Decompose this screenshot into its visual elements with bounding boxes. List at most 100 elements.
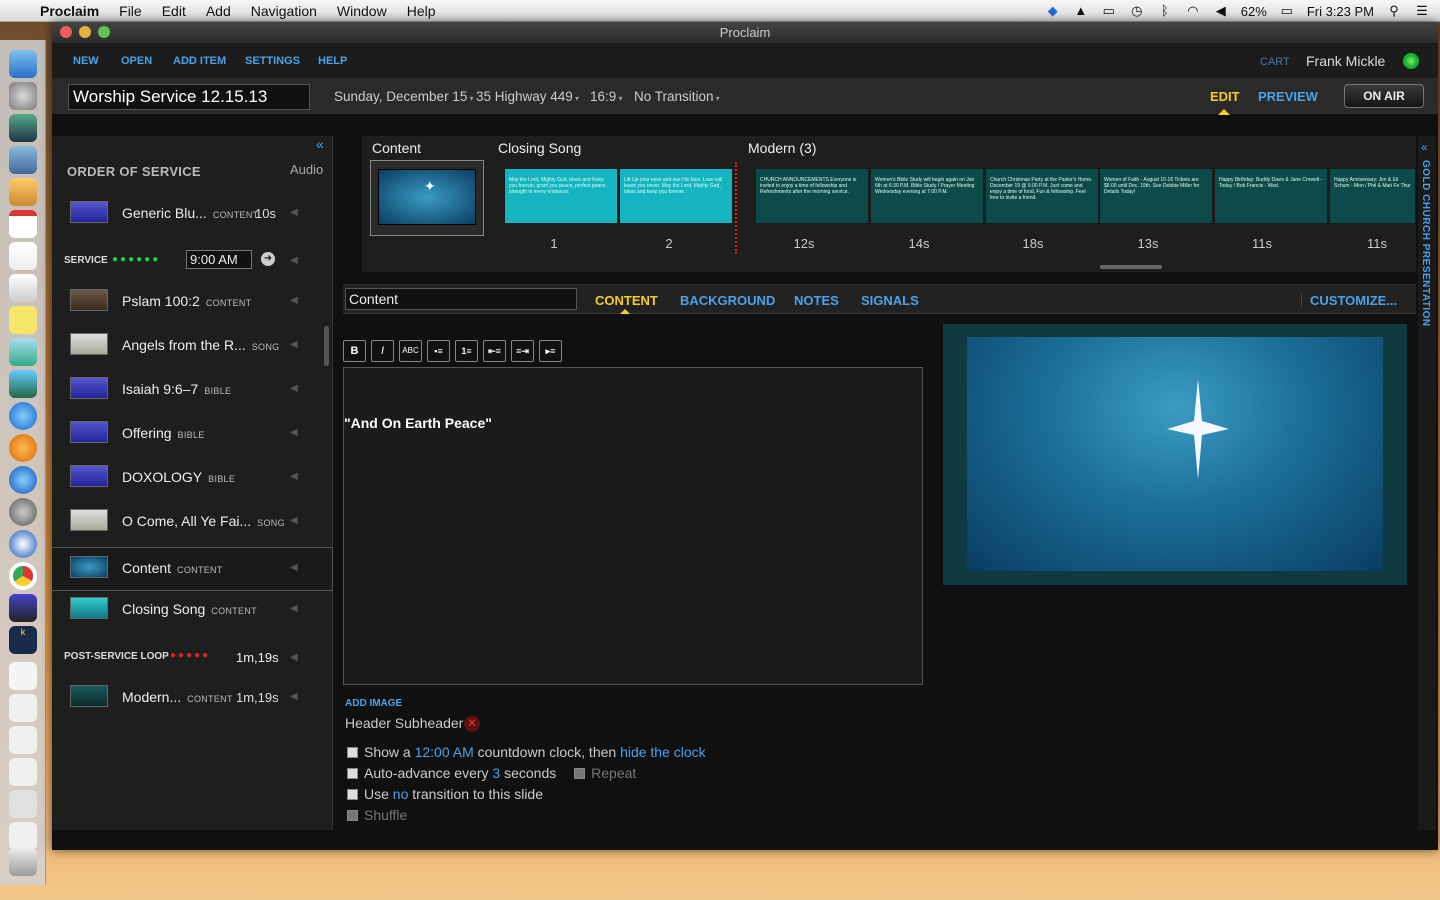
go-arrow-icon[interactable]: ➜ <box>261 252 275 266</box>
menu-add[interactable]: Add <box>206 3 231 19</box>
tab-notes[interactable]: NOTES <box>794 293 839 308</box>
hide-clock-link[interactable]: hide the clock <box>620 744 706 760</box>
edit-mode-tab[interactable]: EDIT <box>1210 89 1240 104</box>
slide-thumb[interactable]: Church Christmas Party at the Pastor's H… <box>985 168 1099 224</box>
bullet-list-icon[interactable]: •≡ <box>427 340 450 362</box>
editor-body-text[interactable]: "And On Earth Peace" <box>344 415 492 431</box>
service-item[interactable]: O Come, All Ye Fai... SONG ◀ <box>52 501 333 545</box>
play-arrow-icon[interactable]: ◀ <box>290 603 298 614</box>
proclaim-dock-icon[interactable] <box>9 530 37 558</box>
zoom-button[interactable] <box>98 26 110 38</box>
slide-name-input[interactable]: Content <box>345 288 577 310</box>
menu-navigation[interactable]: Navigation <box>251 3 317 19</box>
menubar-clock[interactable]: Fri 3:23 PM <box>1307 4 1374 19</box>
service-date-dropdown[interactable]: Sunday, December 15 <box>334 89 474 104</box>
minimize-button[interactable] <box>79 26 91 38</box>
align-icon[interactable]: ▸≡ <box>539 340 562 362</box>
play-arrow-icon[interactable]: ◀ <box>290 255 298 266</box>
cart-link[interactable]: CART <box>1260 56 1290 68</box>
tab-background[interactable]: BACKGROUND <box>680 293 775 308</box>
italic-button[interactable]: I <box>371 340 394 362</box>
service-item[interactable]: Offering BIBLE ◀ <box>52 413 333 457</box>
dropbox-icon[interactable]: ◆ <box>1045 4 1061 18</box>
order-scrollbar[interactable] <box>324 326 329 366</box>
textedit-icon[interactable] <box>9 242 37 270</box>
title-bar[interactable]: Proclaim <box>52 22 1438 43</box>
transition-dropdown[interactable]: No Transition <box>634 89 720 104</box>
preview-app-icon[interactable] <box>9 146 37 174</box>
play-arrow-icon[interactable]: ◀ <box>290 339 298 350</box>
add-image-link[interactable]: ADD IMAGE <box>345 698 402 709</box>
downloads-icon[interactable] <box>9 726 37 754</box>
slide-thumb[interactable]: Happy Anniversary: Jim & Eli Schum - Mon… <box>1329 168 1416 224</box>
play-arrow-icon[interactable]: ◀ <box>290 207 298 218</box>
airplay-icon[interactable]: ▭ <box>1101 4 1117 18</box>
menu-edit[interactable]: Edit <box>162 3 186 19</box>
slide-thumb[interactable]: May the Lord, Mighty God, bless and Keep… <box>504 168 618 224</box>
play-arrow-icon[interactable]: ◀ <box>290 383 298 394</box>
folder-stack-icon[interactable] <box>9 694 37 722</box>
tab-signals[interactable]: SIGNALS <box>861 293 919 308</box>
play-arrow-icon[interactable]: ◀ <box>290 562 298 573</box>
spotlight-icon[interactable]: ⚲ <box>1386 4 1402 18</box>
service-item[interactable]: Isaiah 9:6–7 BIBLE ◀ <box>52 369 333 413</box>
nav-settings[interactable]: SETTINGS <box>245 55 300 67</box>
service-item[interactable]: DOXOLOGY BIBLE ◀ <box>52 457 333 501</box>
service-time-input[interactable]: 9:00 AM <box>186 250 252 269</box>
kindle-icon[interactable]: k <box>9 626 37 654</box>
chrome-icon[interactable] <box>9 562 37 590</box>
slide-preview[interactable] <box>943 324 1407 585</box>
time-machine-icon[interactable]: ◷ <box>1129 4 1145 18</box>
expand-panel-icon[interactable]: « <box>1421 140 1428 154</box>
slide-thumb[interactable]: Happy Birthday: Buddy Davis & Jane Crowe… <box>1214 168 1328 224</box>
bluetooth-icon[interactable]: ᛒ <box>1157 4 1173 18</box>
play-arrow-icon[interactable]: ◀ <box>290 427 298 438</box>
countdown-time-link[interactable]: 12:00 AM <box>415 744 474 760</box>
play-arrow-icon[interactable]: ◀ <box>290 295 298 306</box>
ibooks-icon[interactable] <box>9 434 37 462</box>
document-icon[interactable] <box>9 662 37 690</box>
advance-seconds-link[interactable]: 3 <box>492 765 500 781</box>
service-item[interactable]: Generic Blu... CONTENT 10s ◀ <box>52 193 333 237</box>
audio-link[interactable]: Audio <box>290 162 323 177</box>
play-arrow-icon[interactable]: ◀ <box>290 691 298 702</box>
remove-icon[interactable]: ✕ <box>464 716 480 732</box>
transition-link[interactable]: no <box>393 786 409 802</box>
itunes-icon[interactable] <box>9 402 37 430</box>
collapse-panel-icon[interactable]: « <box>316 136 324 152</box>
play-arrow-icon[interactable]: ◀ <box>290 471 298 482</box>
shuffle-checkbox[interactable] <box>347 810 358 821</box>
notes-icon[interactable] <box>9 274 37 302</box>
documents-stack-icon[interactable] <box>9 758 37 786</box>
service-item[interactable]: Closing Song CONTENT ◀ <box>52 589 333 633</box>
customize-button[interactable]: CUSTOMIZE... <box>1301 293 1397 308</box>
slide-text-editor[interactable]: "And On Earth Peace" <box>343 367 923 685</box>
nav-add-item[interactable]: ADD ITEM <box>173 55 226 67</box>
caps-button[interactable]: ABC <box>399 340 422 362</box>
trash-icon[interactable] <box>9 848 37 876</box>
service-item-selected[interactable]: Content CONTENT ◀ <box>52 547 333 591</box>
close-button[interactable] <box>60 26 72 38</box>
display-icon[interactable] <box>9 594 37 622</box>
notification-center-icon[interactable]: ☰ <box>1414 4 1430 18</box>
aspect-ratio-dropdown[interactable]: 16:9 <box>590 89 623 104</box>
app-store-icon[interactable] <box>9 466 37 494</box>
calendar-icon[interactable] <box>9 210 37 238</box>
tab-content[interactable]: CONTENT <box>595 293 658 308</box>
transition-checkbox[interactable] <box>347 789 358 800</box>
slide-thumb[interactable]: Women of Faith - August 15-16 Tickets ar… <box>1099 168 1213 224</box>
repeat-checkbox[interactable] <box>574 768 586 779</box>
gold-church-sidebar-tab[interactable]: « GOLD CHURCH PRESENTATION <box>1418 136 1436 830</box>
nav-open[interactable]: OPEN <box>121 55 152 67</box>
slide-thumb[interactable]: CHURCH ANNOUNCEMENTS Everyone is invited… <box>755 168 869 224</box>
service-item[interactable]: Angels from the R... SONG ◀ <box>52 325 333 369</box>
service-item[interactable]: Modern... CONTENT 1m,19s ◀ <box>52 677 333 721</box>
files-stack-icon[interactable] <box>9 822 37 850</box>
wifi-icon[interactable]: ◠ <box>1185 4 1201 18</box>
auto-advance-checkbox[interactable] <box>347 768 358 779</box>
drive-icon[interactable]: ▲ <box>1073 4 1089 18</box>
slide-thumb[interactable]: Women's Bible Study will begin again on … <box>870 168 984 224</box>
stickies-icon[interactable] <box>9 306 37 334</box>
filmstrip-scrollbar[interactable] <box>1100 265 1162 269</box>
service-title-input[interactable]: Worship Service 12.15.13 <box>68 84 310 110</box>
